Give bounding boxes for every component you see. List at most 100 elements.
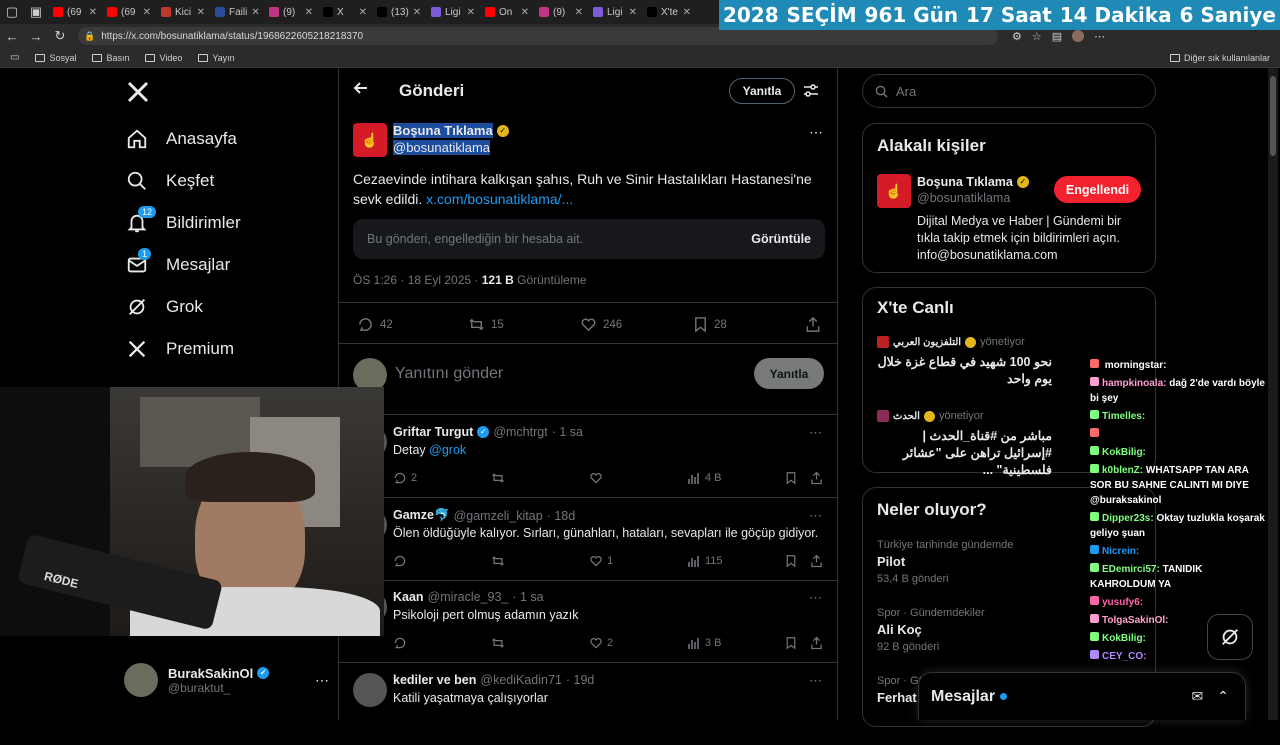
close-tab-icon[interactable]: ✕ bbox=[683, 7, 691, 18]
close-tab-icon[interactable]: ✕ bbox=[467, 7, 475, 18]
close-tab-icon[interactable]: ✕ bbox=[575, 7, 583, 18]
nav-item-notifications[interactable]: 12 Bildirimler bbox=[126, 206, 241, 234]
close-tab-icon[interactable]: ✕ bbox=[143, 7, 151, 18]
grok-floating-button[interactable] bbox=[1207, 614, 1253, 660]
back-arrow-icon[interactable] bbox=[353, 80, 369, 101]
close-tab-icon[interactable]: ✕ bbox=[359, 7, 367, 18]
reply-views-action[interactable]: 115 bbox=[687, 554, 723, 568]
close-tab-icon[interactable]: ✕ bbox=[197, 7, 205, 18]
favorites-icon[interactable]: ☆ bbox=[1032, 30, 1042, 43]
reply-bookmark-icon[interactable] bbox=[785, 554, 797, 573]
reply-like-action[interactable]: 2 bbox=[589, 636, 613, 650]
filter-settings-icon[interactable] bbox=[803, 83, 819, 104]
browser-tab[interactable]: (9) ✕ bbox=[264, 2, 318, 22]
header-reply-button[interactable]: Yanıtla bbox=[729, 78, 795, 104]
compose-input[interactable]: Yanıtını gönder bbox=[395, 365, 503, 383]
close-tab-icon[interactable]: ✕ bbox=[251, 7, 259, 18]
reply-row[interactable]: Gamze🐬 @gamzeli_kitap · 18d ⋯ Ölen öldüğüyle… bbox=[339, 498, 837, 581]
scrollbar-thumb[interactable] bbox=[1270, 76, 1276, 156]
new-message-icon[interactable]: ✉ bbox=[1192, 688, 1204, 705]
reply-share-icon[interactable] bbox=[810, 636, 823, 655]
browser-tab[interactable]: On ✕ bbox=[480, 2, 534, 22]
view-button[interactable]: Görüntüle bbox=[751, 232, 811, 246]
reply-bookmark-icon[interactable] bbox=[785, 471, 797, 490]
bookmark-sosyal[interactable]: Sosyal bbox=[35, 53, 76, 63]
author-avatar[interactable]: ☝ bbox=[353, 123, 387, 157]
reply-repost-action[interactable] bbox=[491, 636, 505, 655]
blocked-button[interactable]: Engellendi bbox=[1054, 176, 1141, 203]
reply-like-action[interactable] bbox=[589, 471, 607, 485]
reply-reply-action[interactable]: 2 bbox=[393, 471, 417, 485]
bookmark-video[interactable]: Video bbox=[145, 53, 182, 63]
reply-like-action[interactable]: 1 bbox=[589, 554, 613, 568]
reply-avatar[interactable] bbox=[353, 673, 387, 707]
reply-row[interactable]: Kaan @miracle_93_ · 1 sa ⋯ Psikoloji pert ol… bbox=[339, 580, 837, 663]
browser-tab[interactable]: Ligi ✕ bbox=[426, 2, 480, 22]
search-box[interactable]: Ara bbox=[862, 74, 1156, 108]
like-action[interactable]: 246 bbox=[580, 316, 622, 333]
nav-item-explore[interactable]: Keşfet bbox=[126, 170, 214, 192]
other-bookmarks[interactable]: Diğer sık kullanılanlar bbox=[1169, 53, 1270, 63]
reply-reply-action[interactable] bbox=[393, 554, 411, 568]
reply-repost-action[interactable] bbox=[491, 554, 505, 573]
reply-views-action[interactable]: 3 B bbox=[687, 636, 722, 650]
nav-item-grok[interactable]: Grok bbox=[126, 296, 203, 318]
reply-bookmark-icon[interactable] bbox=[785, 636, 797, 655]
trend-item[interactable]: Türkiye tarihinde gündemde Pilot 53,4 B … bbox=[877, 539, 1013, 585]
bookmark-basin[interactable]: Basın bbox=[92, 53, 129, 63]
nav-item-premium[interactable]: Premium bbox=[126, 338, 234, 360]
live-item[interactable]: التلفزيون العربي yönetiyor نحو 100 شهيد … bbox=[877, 336, 1077, 388]
related-avatar[interactable]: ☝ bbox=[877, 174, 911, 208]
reply-row[interactable]: Griftar Turgut ✓ @mchtrgt · 1 sa ⋯ Detay @gro… bbox=[339, 415, 837, 498]
expand-icon[interactable]: ⌃ bbox=[1217, 688, 1229, 705]
reply-share-icon[interactable] bbox=[810, 471, 823, 490]
related-person[interactable]: Boşuna Tıklama ✓ @bosunatiklama bbox=[917, 175, 1029, 205]
nav-item-home[interactable]: Anasayfa bbox=[126, 128, 237, 150]
browser-tab[interactable]: X ✕ bbox=[318, 2, 372, 22]
reply-more-icon[interactable]: ⋯ bbox=[809, 425, 822, 441]
forward-icon[interactable]: → bbox=[24, 29, 48, 44]
repost-action[interactable]: 15 bbox=[468, 316, 504, 333]
post-link[interactable]: x.com/bosunatiklama/... bbox=[426, 191, 573, 207]
reply-more-icon[interactable]: ⋯ bbox=[809, 673, 822, 689]
share-icon[interactable] bbox=[805, 316, 821, 338]
reply-share-icon[interactable] bbox=[810, 554, 823, 573]
bookmark-action[interactable]: 28 bbox=[693, 316, 727, 333]
vertical-tabs-icon[interactable]: ▣ bbox=[24, 4, 48, 20]
reply-mention[interactable]: @grok bbox=[429, 443, 466, 457]
reading-list-icon[interactable]: ▭ bbox=[10, 52, 19, 63]
browser-tab[interactable]: X'te ✕ bbox=[642, 2, 696, 22]
post-more-icon[interactable]: ⋯ bbox=[809, 124, 823, 141]
close-tab-icon[interactable]: ✕ bbox=[629, 7, 637, 18]
reply-row[interactable]: kediler ve ben @kediKadin71 · 19d ⋯ Katili y… bbox=[339, 663, 837, 745]
extensions-icon[interactable]: ⚙ bbox=[1012, 30, 1022, 43]
browser-tab[interactable]: (69 ✕ bbox=[48, 2, 102, 22]
profile-avatar[interactable] bbox=[1072, 29, 1085, 42]
browser-tab[interactable]: Kici ✕ bbox=[156, 2, 210, 22]
trend-item[interactable]: Spor · Gündemdekiler Ali Koç 92 B gönder… bbox=[877, 607, 985, 653]
account-switcher[interactable]: BurakSakinOl ✓ @buraktut_ ⋯ bbox=[124, 660, 329, 700]
compose-reply-button[interactable]: Yanıtla bbox=[754, 358, 824, 389]
reply-views-action[interactable]: 4 B bbox=[687, 471, 722, 485]
messages-drawer[interactable]: Mesajlar ✉ ⌃ bbox=[918, 672, 1246, 720]
tab-actions-icon[interactable]: ▢ bbox=[0, 4, 24, 20]
bookmark-yayin[interactable]: Yayın bbox=[198, 53, 235, 63]
menu-icon[interactable]: ⋯ bbox=[1094, 30, 1105, 43]
browser-tab[interactable]: Faili ✕ bbox=[210, 2, 264, 22]
browser-tab[interactable]: (9) ✕ bbox=[534, 2, 588, 22]
browser-tab[interactable]: (69 ✕ bbox=[102, 2, 156, 22]
nav-item-messages[interactable]: 1 Mesajlar bbox=[126, 248, 230, 276]
browser-tab[interactable]: (13) ✕ bbox=[372, 2, 426, 22]
post-author[interactable]: Boşuna Tıklama ✓ @bosunatiklama bbox=[393, 123, 509, 157]
browser-tab[interactable]: Ligi ✕ bbox=[588, 2, 642, 22]
reply-more-icon[interactable]: ⋯ bbox=[809, 590, 822, 606]
reply-action[interactable]: 42 bbox=[357, 316, 393, 333]
x-logo-icon[interactable] bbox=[126, 80, 150, 109]
live-item[interactable]: الحدث yönetiyor مباشر من #قناة_الحدث | #… bbox=[877, 410, 1077, 479]
reload-icon[interactable]: ↻ bbox=[48, 28, 72, 44]
close-tab-icon[interactable]: ✕ bbox=[413, 7, 421, 18]
more-icon[interactable]: ⋯ bbox=[315, 672, 329, 689]
back-icon[interactable]: ← bbox=[0, 29, 24, 44]
close-tab-icon[interactable]: ✕ bbox=[305, 7, 313, 18]
close-tab-icon[interactable]: ✕ bbox=[521, 7, 529, 18]
